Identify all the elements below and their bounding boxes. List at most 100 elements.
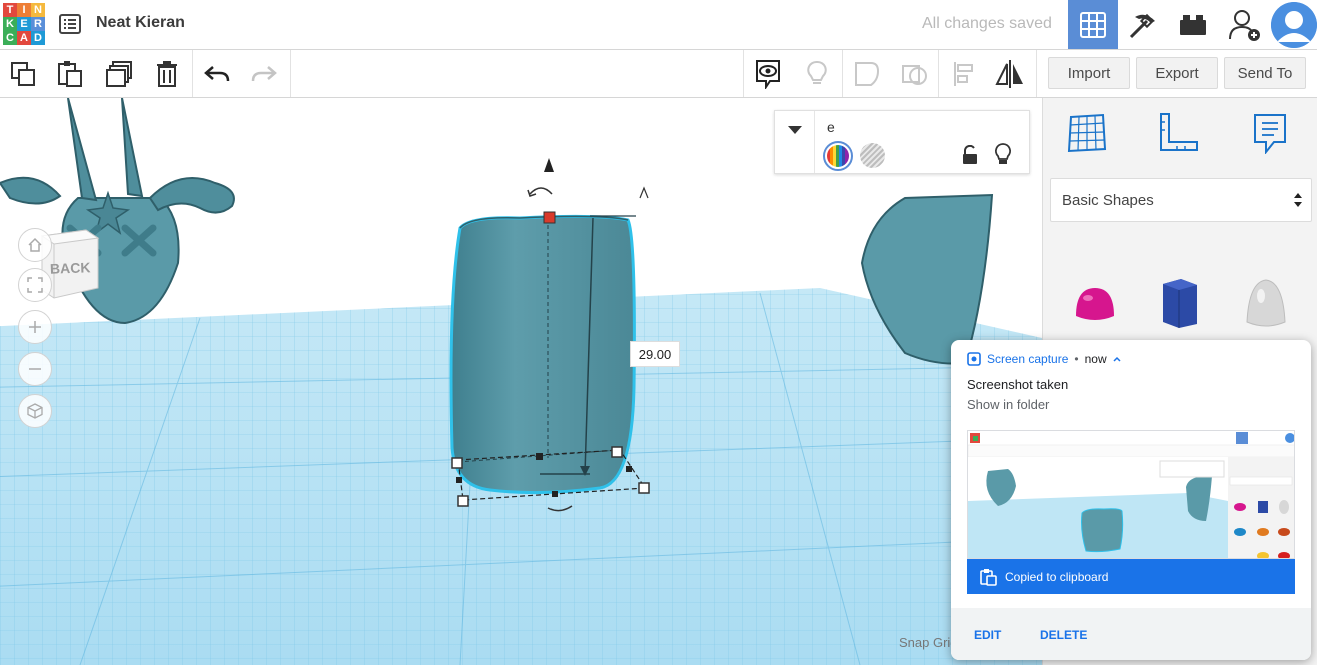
lock-button[interactable] — [961, 144, 979, 165]
paste-button[interactable] — [52, 56, 88, 92]
redo-icon — [251, 66, 277, 82]
workplane-tool-button[interactable] — [1065, 110, 1109, 156]
visibility-bulb-button[interactable] — [993, 143, 1013, 165]
pickaxe-icon — [1129, 13, 1155, 38]
mirror-icon — [995, 60, 1023, 88]
bricks-view-button[interactable] — [1168, 0, 1218, 49]
3d-design-view-button[interactable] — [1068, 0, 1118, 49]
logo-letter: E — [17, 17, 31, 31]
notes-button[interactable] — [750, 56, 786, 92]
home-view-button[interactable] — [18, 228, 52, 262]
workplane-viewport[interactable]: 29.00 BACK Snap Grid — [0, 98, 1042, 665]
notification-dot: • — [1074, 352, 1079, 366]
screenshot-preview — [968, 431, 1294, 558]
shape-polygon[interactable] — [1153, 276, 1207, 330]
fit-view-button[interactable] — [18, 268, 52, 302]
notification-title: Screenshot taken — [967, 377, 1069, 392]
trash-icon — [157, 61, 177, 87]
ruler-icon — [1160, 113, 1198, 151]
save-status: All changes saved — [922, 15, 1052, 32]
clipboard-icon — [980, 568, 997, 586]
height-dimension-field[interactable]: 29.00 — [630, 341, 680, 367]
snap-grid-label[interactable]: Snap Grid — [899, 635, 958, 650]
edit-button[interactable]: EDIT — [974, 628, 1001, 642]
export-button[interactable]: Export — [1136, 57, 1218, 89]
shape-inspector: e — [774, 110, 1030, 174]
notification-body[interactable]: Show in folder — [967, 397, 1049, 412]
shape-paraboloid[interactable] — [1239, 276, 1293, 330]
align-button[interactable] — [946, 56, 982, 92]
bulb-icon — [995, 143, 1011, 164]
comment-eye-icon — [756, 60, 780, 89]
undo-icon — [204, 66, 230, 82]
brick-icon — [1180, 14, 1206, 35]
screen-capture-icon — [967, 352, 981, 366]
send-to-button[interactable]: Send To — [1224, 57, 1306, 89]
zoom-in-button[interactable] — [18, 310, 52, 344]
logo-letter: N — [31, 3, 45, 17]
notification-header[interactable]: Screen capture • now — [967, 352, 1121, 366]
3d-scene[interactable] — [0, 98, 1042, 665]
logo-letter: C — [3, 31, 17, 45]
view-cube-label: BACK — [49, 259, 91, 277]
light-bulb-button[interactable] — [799, 56, 835, 92]
logo-letter: T — [3, 3, 17, 17]
project-title[interactable]: Neat Kieran — [96, 14, 185, 32]
shape-name[interactable]: e — [827, 119, 835, 135]
ruler-tool-button[interactable] — [1156, 110, 1200, 156]
caret-down-icon — [787, 126, 802, 134]
notes-tool-button[interactable] — [1248, 110, 1292, 156]
workplane-grid-icon — [1067, 113, 1107, 153]
shape-category-value: Basic Shapes — [1062, 191, 1154, 209]
clipboard-banner: Copied to clipboard — [967, 559, 1295, 594]
delete-button[interactable] — [149, 56, 185, 92]
copy-icon — [11, 62, 35, 86]
fit-icon — [27, 277, 43, 293]
duplicate-icon — [106, 61, 132, 87]
ungroup-button[interactable] — [897, 56, 933, 92]
list-icon — [59, 14, 81, 34]
blocks-view-button[interactable] — [1118, 0, 1168, 49]
copy-button[interactable] — [5, 56, 41, 92]
paste-icon — [58, 61, 82, 87]
avatar-icon — [1271, 2, 1317, 48]
edit-toolbar: Import Export Send To — [0, 50, 1317, 98]
mirror-button[interactable] — [992, 56, 1028, 92]
plus-icon — [29, 321, 41, 333]
user-avatar[interactable] — [1271, 2, 1317, 48]
solid-color-button[interactable] — [823, 141, 853, 171]
redo-button[interactable] — [246, 56, 282, 92]
logo-letter: R — [31, 17, 45, 31]
logo-letter: A — [17, 31, 31, 45]
screen-capture-notification[interactable]: Screen capture • now Screenshot taken Sh… — [951, 340, 1311, 660]
shape-category-select[interactable]: Basic Shapes — [1050, 178, 1312, 222]
hole-button[interactable] — [860, 143, 885, 168]
tinkercad-app: TINKERCAD Neat Kieran All changes saved — [0, 0, 1317, 665]
design-list-button[interactable] — [57, 12, 83, 36]
logo-letter: I — [17, 3, 31, 17]
grid-icon — [1080, 11, 1106, 38]
select-arrows-icon — [1294, 193, 1302, 207]
undo-button[interactable] — [199, 56, 235, 92]
top-bar: TINKERCAD Neat Kieran All changes saved — [0, 0, 1317, 50]
polygon-icon — [1163, 279, 1197, 328]
notification-app-name: Screen capture — [987, 352, 1069, 366]
delete-screenshot-button[interactable]: DELETE — [1040, 628, 1087, 642]
cube-icon — [27, 403, 43, 419]
zoom-out-button[interactable] — [18, 352, 52, 386]
group-button[interactable] — [849, 56, 885, 92]
screenshot-thumbnail[interactable] — [967, 430, 1295, 559]
shape-half-sphere[interactable] — [1068, 276, 1122, 330]
tinkercad-logo[interactable]: TINKERCAD — [3, 3, 45, 45]
import-button[interactable]: Import — [1048, 57, 1130, 89]
inspector-collapse-button[interactable] — [775, 111, 815, 173]
chevron-up-icon[interactable] — [1113, 356, 1121, 362]
note-icon — [1254, 114, 1286, 154]
perspective-button[interactable] — [18, 394, 52, 428]
invite-user-button[interactable] — [1220, 0, 1270, 49]
logo-letter: K — [3, 17, 17, 31]
align-icon — [954, 62, 973, 86]
add-user-icon — [1229, 9, 1260, 41]
minus-icon — [29, 368, 41, 370]
duplicate-button[interactable] — [101, 56, 137, 92]
